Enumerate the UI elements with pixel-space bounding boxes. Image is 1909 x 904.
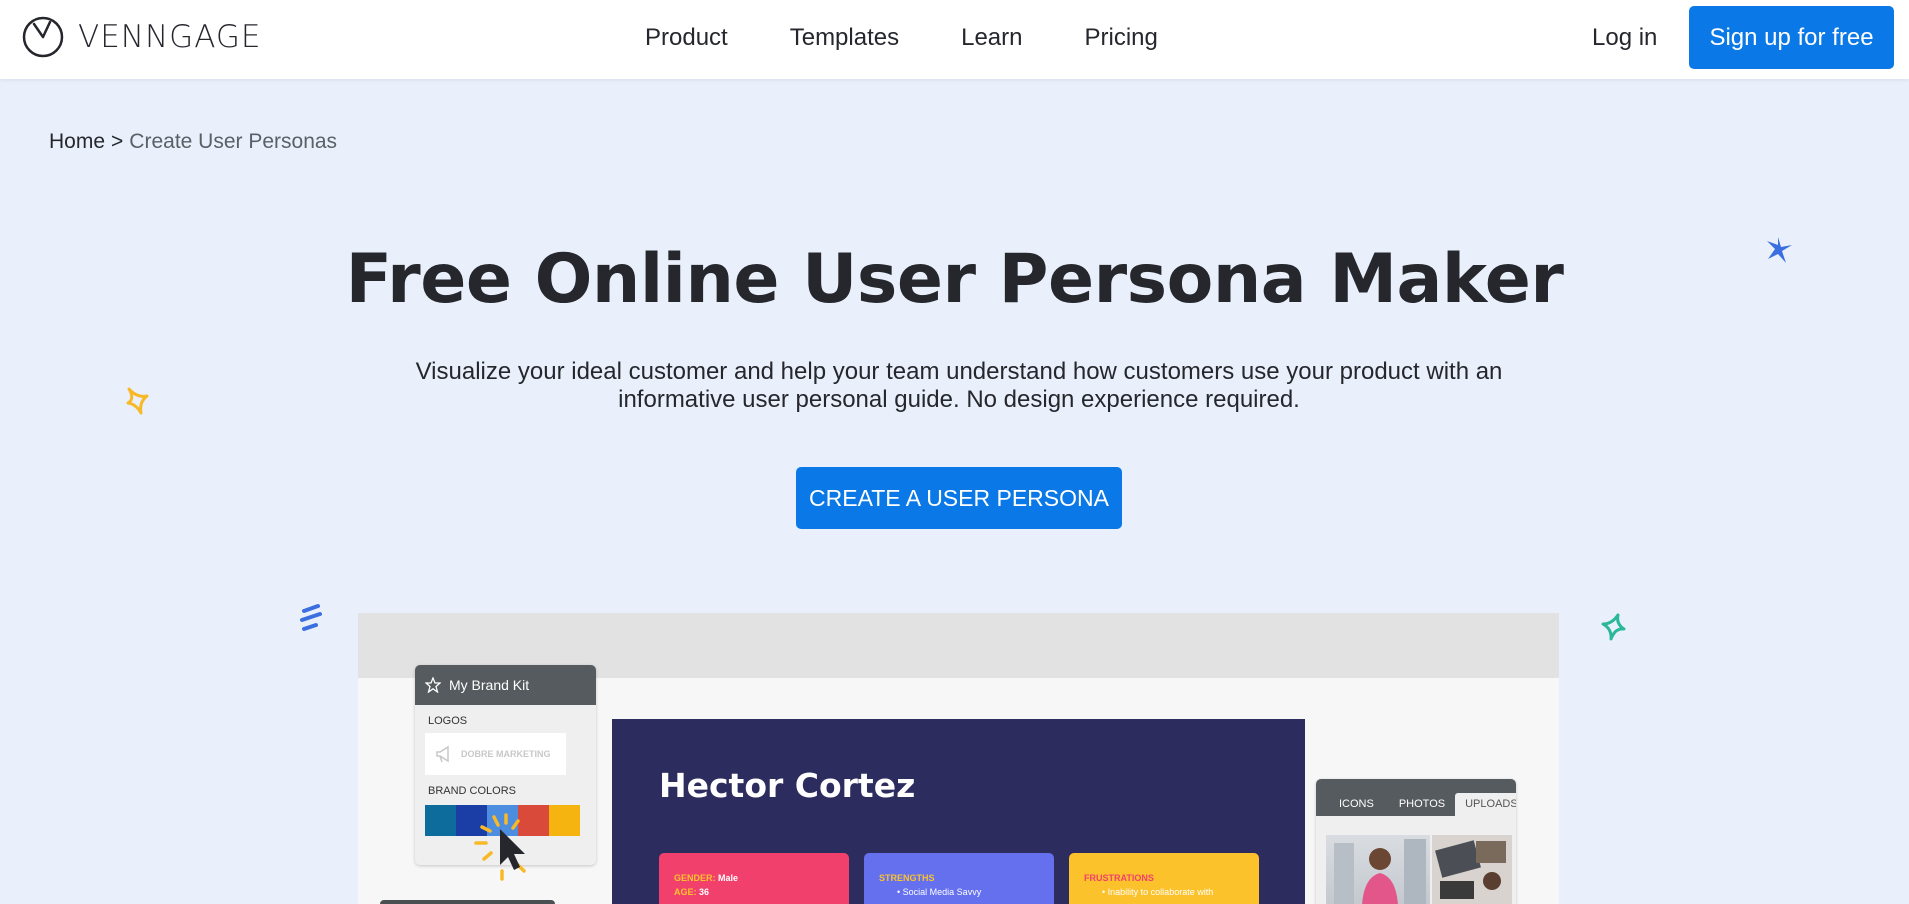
strengths-heading: STRENGTHS bbox=[879, 873, 935, 883]
asset-tabs: ICONS PHOTOS UPLOADS bbox=[1316, 779, 1516, 816]
laptop-photo-icon bbox=[1435, 840, 1506, 899]
top-nav-bar: VENNGAGE Product Templates Learn Pricing… bbox=[0, 0, 1909, 79]
photo-thumbnail-desk[interactable] bbox=[1432, 835, 1512, 904]
nav-product[interactable]: Product bbox=[645, 24, 728, 52]
signup-button[interactable]: Sign up for free bbox=[1689, 6, 1894, 69]
breadcrumb-current: Create User Personas bbox=[129, 130, 338, 153]
persona-canvas[interactable]: Hector Cortez GENDER: Male AGE: 36 STREN… bbox=[612, 719, 1305, 904]
nav-learn[interactable]: Learn bbox=[961, 24, 1022, 52]
sparkle-blue-icon bbox=[1767, 237, 1792, 263]
create-persona-button[interactable]: CREATE A USER PERSONA bbox=[796, 467, 1122, 529]
tab-icons[interactable]: ICONS bbox=[1324, 798, 1384, 816]
brand-colors-label: BRAND COLORS bbox=[428, 785, 517, 797]
main-nav: Product Templates Learn Pricing bbox=[645, 24, 1220, 52]
nav-pricing[interactable]: Pricing bbox=[1085, 24, 1158, 52]
panel-edge bbox=[380, 900, 555, 904]
page-title: Free Online User Persona Maker bbox=[345, 240, 1564, 319]
age-value: 36 bbox=[699, 887, 710, 897]
color-swatch[interactable] bbox=[425, 805, 456, 836]
hero-subtitle-line-1: Visualize your ideal customer and help y… bbox=[415, 358, 1503, 385]
photo-thumbnail-woman[interactable] bbox=[1326, 835, 1430, 904]
tab-uploads[interactable]: UPLOADS bbox=[1455, 793, 1516, 816]
tab-photos[interactable]: PHOTOS bbox=[1384, 798, 1455, 816]
persona-card-frustrations: FRUSTRATIONS • Inability to collaborate … bbox=[1069, 853, 1259, 904]
brand-logo-text: DOBRE MARKETING bbox=[461, 749, 551, 759]
hero-subtitle-line-2: informative user personal guide. No desi… bbox=[618, 386, 1300, 413]
sparkle-green-icon bbox=[1601, 613, 1626, 641]
strengths-item: Social Media Savvy bbox=[902, 887, 982, 897]
asset-panel: ICONS PHOTOS UPLOADS bbox=[1316, 779, 1516, 904]
person-photo-icon bbox=[1334, 839, 1426, 904]
breadcrumb: Home > Create User Personas bbox=[49, 130, 337, 154]
venngage-logo[interactable]: VENNGAGE bbox=[22, 16, 261, 58]
nav-templates[interactable]: Templates bbox=[790, 24, 899, 52]
age-label: AGE: bbox=[674, 887, 697, 897]
login-link[interactable]: Log in bbox=[1592, 24, 1657, 52]
persona-card-demographics: GENDER: Male AGE: 36 bbox=[659, 853, 849, 904]
venngage-logo-icon bbox=[22, 16, 64, 58]
gender-label: GENDER: bbox=[674, 873, 716, 883]
frustrations-heading: FRUSTRATIONS bbox=[1084, 873, 1154, 883]
breadcrumb-separator: > bbox=[111, 130, 124, 153]
persona-card-strengths: STRENGTHS • Social Media Savvy bbox=[864, 853, 1054, 904]
hero-subtitle: Visualize your ideal customer and help y… bbox=[394, 358, 1524, 414]
persona-name: Hector Cortez bbox=[659, 766, 916, 805]
megaphone-icon bbox=[436, 745, 449, 763]
frustrations-item: Inability to collaborate with bbox=[1107, 887, 1214, 897]
logos-label: LOGOS bbox=[428, 715, 468, 727]
sparkle-yellow-icon bbox=[126, 387, 149, 415]
star-icon bbox=[425, 677, 441, 693]
editor-preview: My Brand Kit LOGOS DOBRE MARKETING BRAND… bbox=[358, 613, 1559, 904]
brand-logo-tile: DOBRE MARKETING bbox=[425, 733, 566, 775]
gender-value: Male bbox=[718, 873, 739, 883]
brand-kit-title: My Brand Kit bbox=[449, 677, 530, 693]
logo-text: VENNGAGE bbox=[78, 19, 262, 55]
color-swatch[interactable] bbox=[549, 805, 580, 836]
brand-kit-header: My Brand Kit bbox=[415, 665, 596, 705]
cursor-click-icon bbox=[474, 813, 526, 881]
breadcrumb-home[interactable]: Home bbox=[49, 130, 105, 153]
stripes-blue-icon bbox=[300, 604, 322, 631]
